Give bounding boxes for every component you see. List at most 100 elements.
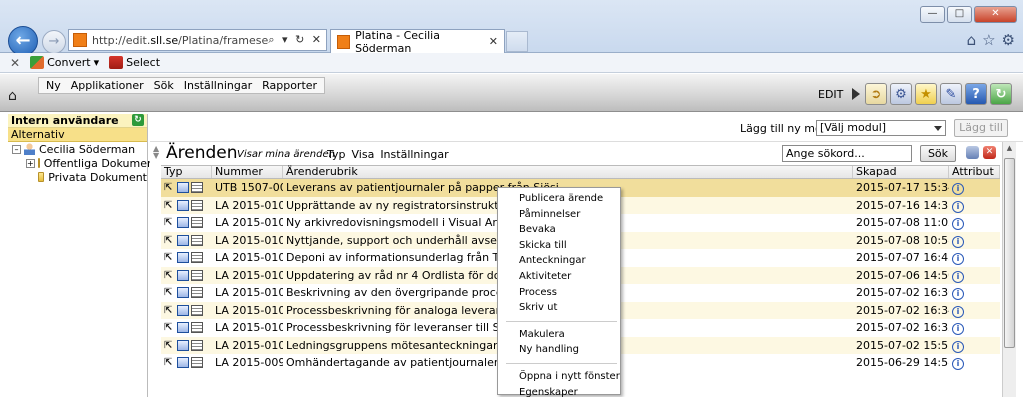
row-type-icons: ⇱: [161, 319, 212, 337]
left-refresh-icon[interactable]: ↻: [132, 114, 144, 126]
search-button[interactable]: Sök: [920, 145, 956, 162]
browser-tab[interactable]: Platina - Cecilia Söderman ✕: [330, 29, 505, 55]
address-bar[interactable]: http://edit.sll.se/Platina/frameset.aspx…: [68, 29, 327, 51]
logout-icon[interactable]: ➲: [865, 83, 887, 105]
refresh-icon[interactable]: ↻: [990, 83, 1012, 105]
menu-rapporter[interactable]: Rapporter: [257, 78, 322, 93]
column-attribut[interactable]: Attribut: [949, 166, 1000, 178]
address-tools[interactable]: ⌕ ▾ ↻ ✕: [268, 33, 326, 47]
tab-close-icon[interactable]: ✕: [489, 35, 498, 48]
context-menu-item[interactable]: Bevaka: [498, 222, 620, 238]
column-skapad[interactable]: Skapad: [853, 166, 949, 178]
close-panel-icon[interactable]: ✕: [983, 146, 996, 159]
info-icon[interactable]: i: [952, 200, 964, 213]
link-installningar[interactable]: Inställningar: [380, 148, 448, 161]
new-tab-button[interactable]: [506, 31, 528, 52]
context-menu-item[interactable]: Skicka till: [498, 238, 620, 254]
row-attribut: i: [949, 232, 1000, 250]
case-icon: [177, 182, 189, 194]
row-nummer: LA 2015-0102: [215, 303, 283, 317]
context-menu-item[interactable]: Egenskaper: [498, 385, 620, 397]
info-icon[interactable]: i: [952, 183, 964, 195]
info-icon[interactable]: i: [952, 288, 964, 300]
row-attribut: i: [949, 284, 1000, 302]
context-menu-item[interactable]: Process: [498, 285, 620, 301]
context-menu-item[interactable]: Ny handling: [498, 342, 620, 358]
info-icon[interactable]: i: [952, 305, 964, 318]
alternativ-header[interactable]: Alternativ: [8, 128, 147, 142]
row-type-icons: ⇱: [161, 284, 212, 302]
tools-gear-icon[interactable]: ⚙: [890, 83, 912, 105]
forward-arrow-icon[interactable]: →: [42, 30, 66, 54]
back-arrow-icon[interactable]: ←: [8, 26, 38, 56]
info-icon[interactable]: i: [952, 358, 964, 370]
close-window-button[interactable]: ✕: [974, 6, 1017, 23]
info-icon[interactable]: i: [952, 218, 964, 230]
menu-ny[interactable]: Ny: [41, 78, 66, 93]
flow-arrow-icon: ⇱: [164, 357, 173, 369]
row-skapad: 2015-07-02 15:55:37: [856, 338, 949, 352]
app-home-icon[interactable]: ⌂: [8, 88, 26, 104]
context-menu-item[interactable]: Makulera: [498, 327, 620, 343]
maximize-button[interactable]: □: [947, 6, 972, 23]
select-button[interactable]: Select: [109, 56, 160, 69]
expand-icon[interactable]: +: [26, 158, 35, 168]
convert-label: Convert: [47, 56, 91, 69]
row-type-icons: ⇱: [161, 337, 212, 355]
folder-icon: [38, 172, 45, 182]
menu-applikationer[interactable]: Applikationer: [66, 78, 149, 93]
context-menu-item[interactable]: Öppna i nytt fönster: [498, 369, 620, 385]
row-skapad: 2015-07-08 11:02:32: [856, 216, 949, 229]
favorites-star-icon[interactable]: ☆: [982, 31, 995, 49]
tree-user-node[interactable]: – Cecilia Söderman: [8, 142, 147, 156]
info-icon[interactable]: i: [952, 253, 964, 265]
add-module-button[interactable]: Lägg till: [954, 119, 1008, 137]
column-arenderubrik[interactable]: Ärenderubrik: [283, 166, 853, 178]
module-select[interactable]: [Välj modul]: [816, 120, 946, 136]
info-icon[interactable]: i: [952, 340, 964, 353]
minimize-button[interactable]: —: [920, 6, 945, 23]
favorites-icon[interactable]: ★: [915, 83, 937, 105]
play-arrow-icon[interactable]: [852, 88, 860, 100]
move-up-down-icon[interactable]: ▲ ▼: [153, 145, 159, 160]
arenden-title: Ärenden: [166, 143, 238, 163]
tree-folder-label: Offentliga Dokument: [43, 156, 159, 170]
link-typ[interactable]: Typ: [327, 148, 346, 161]
menu-installningar[interactable]: Inställningar: [179, 78, 257, 93]
minimize-panel-icon[interactable]: [966, 146, 979, 159]
row-nummer: LA 2015-0106: [215, 233, 283, 247]
convert-button[interactable]: Convert ▾: [30, 56, 99, 69]
search-input[interactable]: Ange sökord...: [782, 145, 912, 162]
info-icon[interactable]: i: [952, 235, 964, 248]
info-icon[interactable]: i: [952, 323, 964, 335]
row-type-icons: ⇱: [161, 197, 212, 215]
context-menu-item[interactable]: Publicera ärende: [498, 191, 620, 207]
edit-notes-icon[interactable]: ✎: [940, 83, 962, 105]
row-nummer: LA 2015-0108: [215, 198, 283, 212]
context-menu-item[interactable]: Aktiviteter: [498, 269, 620, 285]
help-icon[interactable]: ?: [965, 83, 987, 105]
home-icon[interactable]: ⌂: [967, 31, 977, 49]
context-menu-item[interactable]: Påminnelser: [498, 207, 620, 223]
menu-sok[interactable]: Sök: [149, 78, 179, 93]
arenden-links: Typ Visa Inställningar: [327, 148, 449, 161]
row-nummer: UTB 1507-0046: [215, 181, 283, 194]
column-nummer[interactable]: Nummer: [212, 166, 283, 178]
context-menu-item[interactable]: Anteckningar: [498, 253, 620, 269]
settings-gear-icon[interactable]: ⚙: [1002, 31, 1015, 49]
vertical-scrollbar[interactable]: ▲: [1002, 142, 1016, 397]
column-typ[interactable]: Typ: [161, 166, 212, 178]
document-icon: [191, 269, 203, 281]
flow-arrow-icon: ⇱: [164, 252, 173, 264]
toolbar-close-icon[interactable]: ✕: [10, 56, 20, 70]
link-visa[interactable]: Visa: [352, 148, 375, 161]
convert-dropdown-icon[interactable]: ▾: [94, 56, 100, 69]
tree-folder-privata[interactable]: Privata Dokument: [8, 170, 147, 184]
window-controls: — □ ✕: [920, 6, 1017, 23]
tree-folder-offentliga[interactable]: + Offentliga Dokument: [8, 156, 158, 170]
context-menu-item[interactable]: Skriv ut: [498, 300, 620, 316]
collapse-icon[interactable]: –: [12, 144, 21, 154]
scroll-thumb[interactable]: [1004, 158, 1015, 348]
scroll-up-icon[interactable]: ▲: [1003, 142, 1016, 154]
info-icon[interactable]: i: [952, 270, 964, 283]
